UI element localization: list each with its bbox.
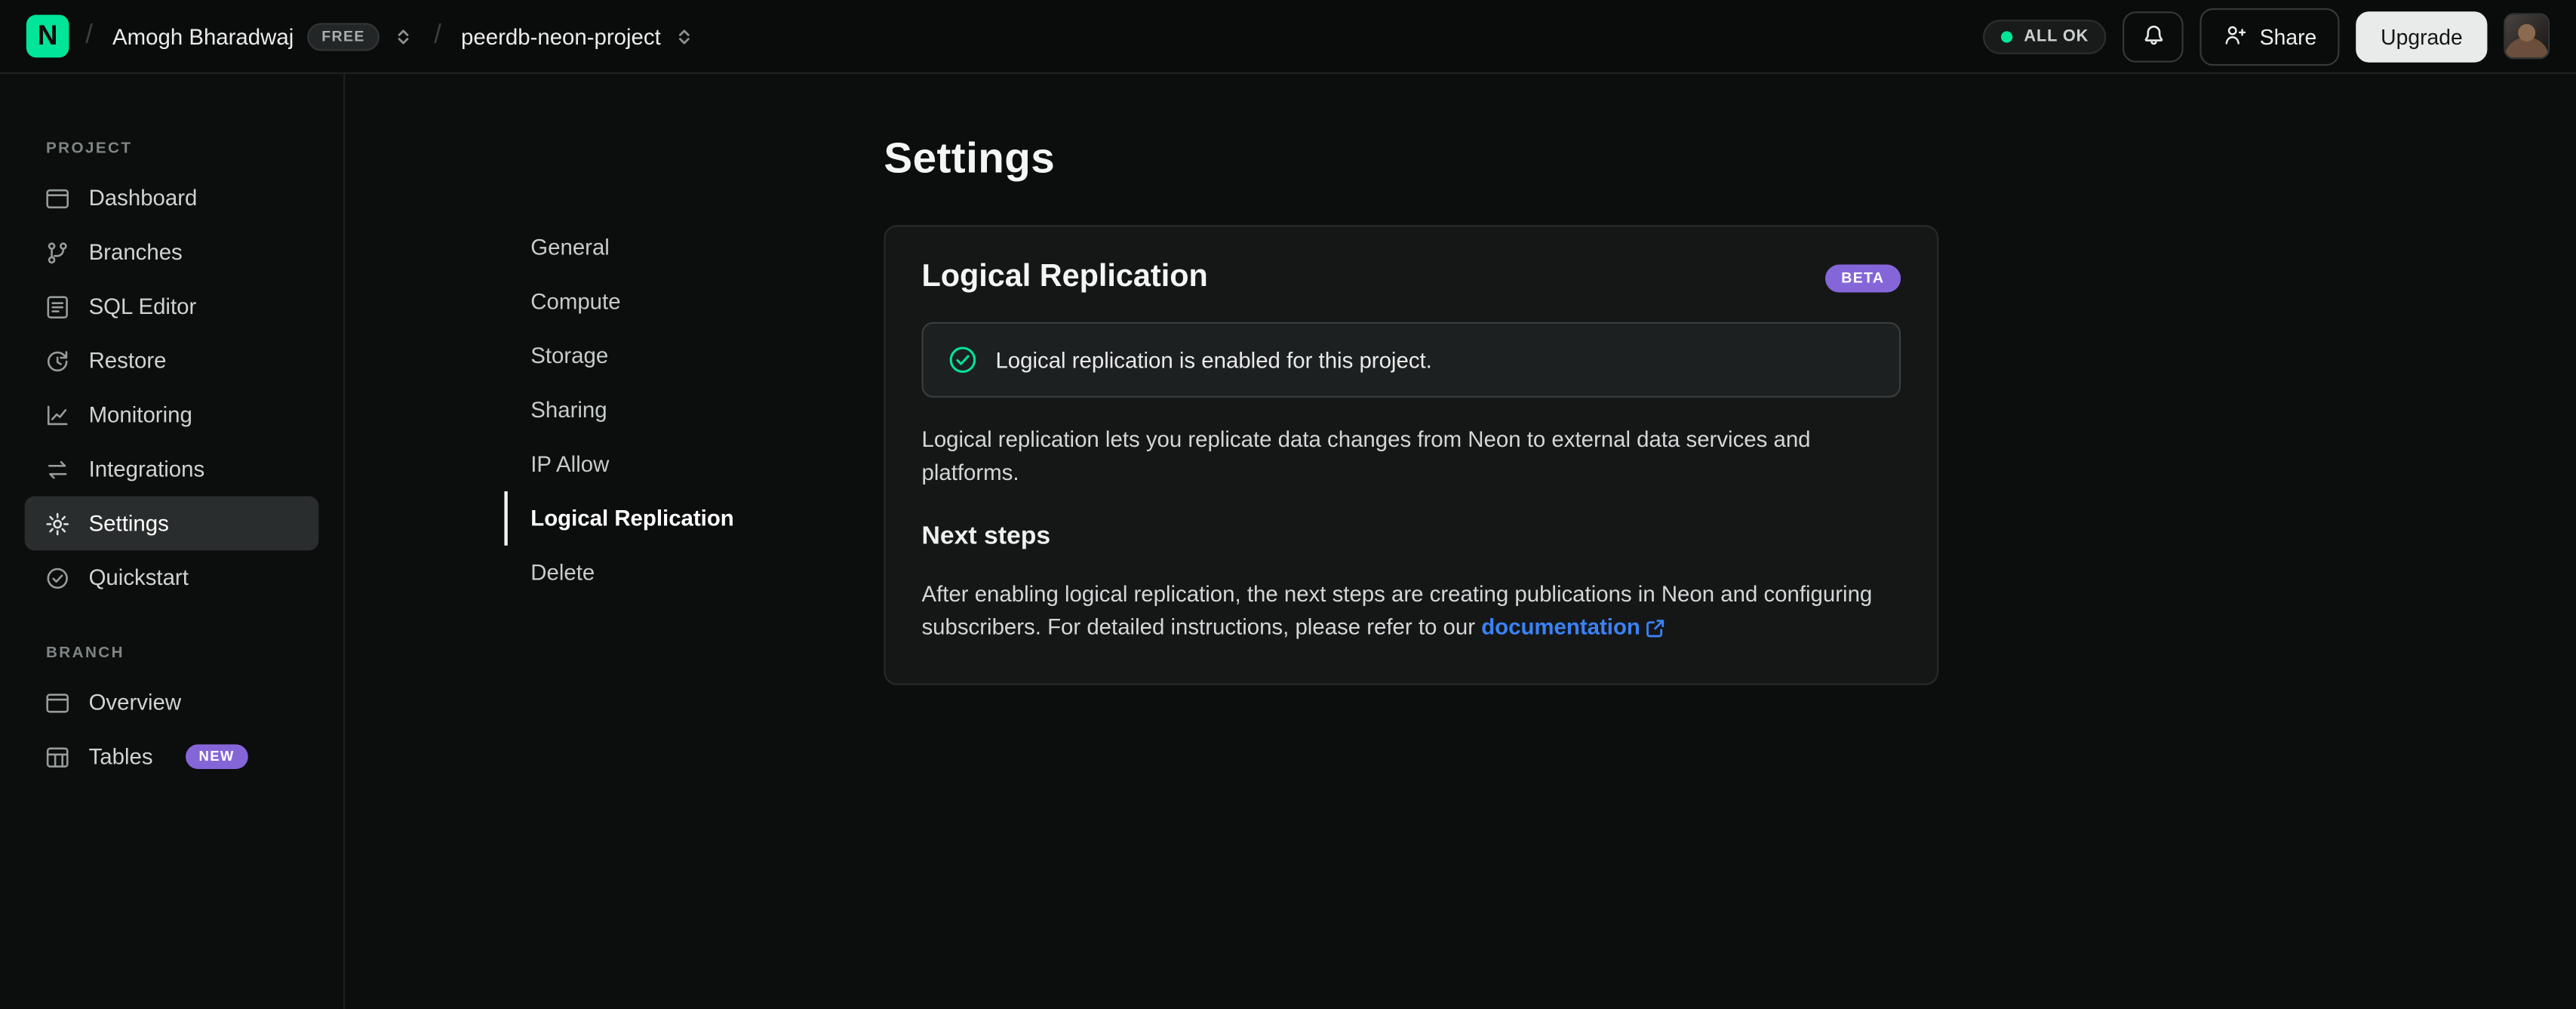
beta-badge: BETA <box>1824 263 1901 292</box>
sidebar-section-title-project: PROJECT <box>45 140 133 158</box>
status-pill[interactable]: ALL OK <box>1982 19 2107 54</box>
breadcrumb-separator: / <box>434 21 441 50</box>
sidebar-item-tables[interactable]: Tables NEW <box>25 730 319 784</box>
sidebar-branch-list: Overview Tables NEW <box>25 675 319 784</box>
check-circle-icon <box>45 564 71 591</box>
neon-logo[interactable]: N <box>26 14 69 58</box>
gear-icon <box>45 510 71 537</box>
sidebar: PROJECT Dashboard Branches SQL Editor Re… <box>0 73 346 1009</box>
upgrade-button[interactable]: Upgrade <box>2356 11 2488 62</box>
org-switcher[interactable]: Amogh Bharadwaj FREE <box>109 16 418 57</box>
sidebar-section-title-branch: BRANCH <box>45 644 124 663</box>
card-description: Logical replication lets you replicate d… <box>921 427 1811 485</box>
sidebar-item-sql-editor[interactable]: SQL Editor <box>25 279 319 334</box>
sidebar-item-branches[interactable]: Branches <box>25 225 319 279</box>
new-badge: NEW <box>186 743 248 770</box>
sql-editor-icon <box>45 294 71 320</box>
status-dot-icon <box>2000 30 2013 42</box>
settings-nav-ip-allow[interactable]: IP Allow <box>504 437 733 491</box>
settings-nav-logical-replication[interactable]: Logical Replication <box>504 491 734 546</box>
breadcrumb: N / Amogh Bharadwaj FREE / peerdb-neon-p… <box>26 14 699 58</box>
sidebar-item-settings[interactable]: Settings <box>24 496 319 551</box>
next-steps-body: After enabling logical replication, the … <box>921 581 1873 639</box>
sidebar-item-label: Quickstart <box>88 564 189 590</box>
project-name: peerdb-neon-project <box>461 23 661 49</box>
settings-nav-sharing[interactable]: Sharing <box>504 383 733 437</box>
plan-badge: FREE <box>306 22 380 51</box>
main-content: Settings General Compute Storage Sharing… <box>346 74 2576 1009</box>
settings-nav-storage[interactable]: Storage <box>504 328 733 383</box>
neon-console: N / Amogh Bharadwaj FREE / peerdb-neon-p… <box>0 0 2576 1009</box>
git-branch-icon <box>45 239 71 266</box>
settings-nav-general[interactable]: General <box>504 220 733 275</box>
settings-nav: General Compute Storage Sharing IP Allow… <box>504 220 734 600</box>
neon-logo-letter: N <box>37 20 58 51</box>
sidebar-item-label: Overview <box>88 690 182 715</box>
notifications-button[interactable] <box>2123 11 2184 62</box>
card-title: Logical Replication <box>921 260 1208 294</box>
sidebar-item-quickstart[interactable]: Quickstart <box>25 550 319 604</box>
sidebar-project-list: Dashboard Branches SQL Editor Restore Mo… <box>24 171 319 604</box>
documentation-link[interactable]: documentation <box>1481 611 1666 644</box>
check-circle-icon <box>948 345 977 374</box>
avatar[interactable] <box>2504 13 2550 60</box>
breadcrumb-separator: / <box>85 21 93 50</box>
next-steps-text: After enabling logical replication, the … <box>921 578 1901 644</box>
settings-nav-delete[interactable]: Delete <box>504 546 733 600</box>
status-label: ALL OK <box>2024 26 2089 45</box>
sidebar-item-label: SQL Editor <box>88 294 197 319</box>
dashboard-icon <box>45 185 71 211</box>
restore-icon <box>45 347 71 374</box>
sidebar-item-integrations[interactable]: Integrations <box>25 442 319 497</box>
next-steps-title: Next steps <box>921 522 1051 551</box>
topbar-actions: ALL OK Share Upgrade <box>1982 7 2550 66</box>
overview-icon <box>45 689 71 715</box>
sidebar-item-label: Tables <box>88 744 153 769</box>
sidebar-item-label: Monitoring <box>88 402 192 428</box>
sidebar-item-label: Integrations <box>88 457 205 481</box>
bell-icon <box>2141 20 2167 51</box>
sidebar-item-overview[interactable]: Overview <box>25 675 319 730</box>
page-title: Settings <box>884 133 1056 183</box>
documentation-link-label: documentation <box>1481 614 1640 639</box>
sidebar-item-restore[interactable]: Restore <box>25 334 319 388</box>
user-plus-icon <box>2224 22 2249 50</box>
logical-replication-card: Logical Replication BETA Logical replica… <box>884 225 1939 685</box>
chevron-updown-icon <box>393 26 414 47</box>
integrations-icon <box>45 456 71 482</box>
sidebar-item-monitoring[interactable]: Monitoring <box>25 388 319 442</box>
external-link-icon <box>1645 617 1666 638</box>
sidebar-item-label: Restore <box>88 348 167 374</box>
sidebar-item-label: Dashboard <box>88 186 198 211</box>
share-label: Share <box>2259 23 2317 49</box>
project-switcher[interactable]: peerdb-neon-project <box>458 17 699 55</box>
settings-nav-compute[interactable]: Compute <box>504 275 733 329</box>
topbar: N / Amogh Bharadwaj FREE / peerdb-neon-p… <box>0 0 2576 74</box>
share-button[interactable]: Share <box>2200 7 2340 66</box>
chevron-updown-icon <box>674 26 695 47</box>
tables-icon <box>45 743 71 770</box>
sidebar-item-label: Branches <box>88 239 183 265</box>
org-name: Amogh Bharadwaj <box>112 23 294 49</box>
monitoring-icon <box>45 401 71 428</box>
sidebar-item-dashboard[interactable]: Dashboard <box>25 171 319 225</box>
status-banner-text: Logical replication is enabled for this … <box>995 347 1432 373</box>
status-banner: Logical replication is enabled for this … <box>921 321 1901 398</box>
card-header: Logical Replication BETA <box>921 260 1901 296</box>
sidebar-item-label: Settings <box>88 511 169 536</box>
